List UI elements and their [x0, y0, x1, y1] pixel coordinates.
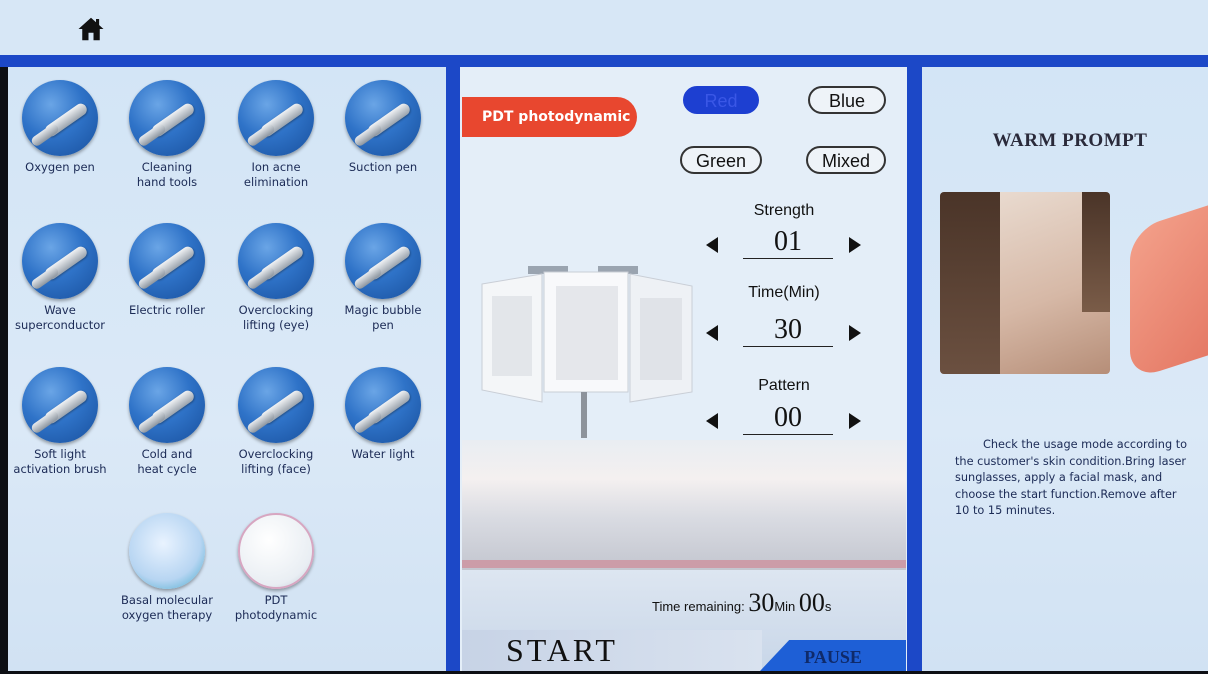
led-mask-image — [1130, 205, 1208, 381]
tool-label: Ion acne elimination — [243, 160, 309, 189]
bed-stripe — [462, 560, 906, 568]
tool-label: Basal molecular oxygen therapy — [121, 593, 213, 622]
tool-label: Overclocking lifting (eye) — [238, 303, 314, 332]
face-hair-left — [940, 192, 1000, 374]
electric-roller-icon — [129, 223, 205, 299]
time-decrease-icon[interactable] — [706, 325, 718, 341]
tool-label: Soft light activation brush — [13, 447, 107, 476]
pattern-label: Pattern — [758, 377, 810, 394]
tool-label: Water light — [351, 447, 415, 461]
color-red-button[interactable]: Red — [683, 86, 759, 114]
suction-pen-icon — [345, 80, 421, 156]
top-bar — [0, 0, 1208, 55]
tool-wave-superconductor[interactable]: Wave superconductor — [6, 223, 114, 333]
treatment-bed-image — [462, 440, 906, 570]
wave-superconductor-icon — [22, 223, 98, 299]
tool-pdt-photodynamic[interactable]: PDT photodynamic — [222, 513, 330, 623]
tool-overclocking-lifting-face[interactable]: Overclocking lifting (face) — [222, 367, 330, 477]
face-hair-right — [1082, 192, 1110, 312]
time-remaining-minutes: 30 — [748, 588, 775, 617]
cleaning-hand-tools-icon — [129, 80, 205, 156]
tool-magic-bubble-pen[interactable]: Magic bubble pen — [329, 223, 437, 333]
strength-decrease-icon[interactable] — [706, 237, 718, 253]
seconds-unit: s — [824, 599, 832, 614]
color-blue-button[interactable]: Blue — [808, 86, 886, 114]
tool-label: Electric roller — [129, 303, 205, 317]
time-increase-icon[interactable] — [849, 325, 861, 341]
strength-label: Strength — [753, 202, 815, 219]
home-icon[interactable] — [76, 14, 106, 44]
water-light-icon — [345, 367, 421, 443]
tool-overclocking-lifting-eye[interactable]: Overclocking lifting (eye) — [222, 223, 330, 333]
magic-bubble-pen-icon — [345, 223, 421, 299]
pdt-photodynamic-icon — [238, 513, 314, 589]
tool-ion-acne-elimination[interactable]: Ion acne elimination — [222, 80, 330, 190]
ion-acne-elimination-icon — [238, 80, 314, 156]
tool-label: Wave superconductor — [15, 303, 105, 332]
pattern-increase-icon[interactable] — [849, 413, 861, 429]
header-divider — [0, 55, 1208, 67]
tool-label: Cleaning hand tools — [136, 160, 198, 189]
mode-badge: PDT photodynamic — [462, 97, 637, 137]
tool-label: Oxygen pen — [25, 160, 95, 174]
tool-cleaning-hand-tools[interactable]: Cleaning hand tools — [113, 80, 221, 190]
pattern-decrease-icon[interactable] — [706, 413, 718, 429]
start-button[interactable]: START — [462, 630, 762, 671]
face-image — [940, 192, 1110, 374]
warm-prompt-text: Check the usage mode according to the cu… — [955, 438, 1188, 517]
divider-left — [446, 55, 460, 671]
color-mixed-button[interactable]: Mixed — [806, 146, 886, 174]
pdt-device-image — [481, 266, 693, 438]
tool-oxygen-pen[interactable]: Oxygen pen — [6, 80, 114, 175]
color-green-button[interactable]: Green — [680, 146, 762, 174]
time-remaining: Time remaining: 30Min 00s — [652, 588, 831, 618]
warm-prompt-title: WARM PROMPT — [992, 130, 1148, 151]
overclocking-lifting-face-icon — [238, 367, 314, 443]
basal-molecular-oxygen-therapy-icon — [129, 513, 205, 589]
time-remaining-seconds: 00 — [798, 588, 825, 617]
tool-cold-and-heat-cycle[interactable]: Cold and heat cycle — [113, 367, 221, 477]
soft-light-activation-brush-icon — [22, 367, 98, 443]
tool-label: Cold and heat cycle — [137, 447, 197, 476]
tool-basal-molecular-oxygen-therapy[interactable]: Basal molecular oxygen therapy — [113, 513, 221, 623]
tool-water-light[interactable]: Water light — [329, 367, 437, 462]
time-value: 30 — [743, 314, 833, 347]
tool-suction-pen[interactable]: Suction pen — [329, 80, 437, 175]
tool-soft-light-activation-brush[interactable]: Soft light activation brush — [6, 367, 114, 477]
cold-and-heat-cycle-icon — [129, 367, 205, 443]
strength-increase-icon[interactable] — [849, 237, 861, 253]
tool-label: PDT photodynamic — [234, 593, 318, 622]
time-remaining-label: Time remaining: — [652, 599, 745, 614]
strength-value: 01 — [743, 226, 833, 259]
oxygen-pen-icon — [22, 80, 98, 156]
minutes-unit: Min — [774, 599, 796, 614]
tool-electric-roller[interactable]: Electric roller — [113, 223, 221, 318]
tool-label: Overclocking lifting (face) — [238, 447, 314, 476]
divider-right — [907, 55, 922, 671]
overclocking-lifting-eye-icon — [238, 223, 314, 299]
tool-label: Suction pen — [348, 160, 418, 174]
pattern-value: 00 — [743, 402, 833, 435]
time-label: Time(Min) — [748, 284, 820, 301]
tool-label: Magic bubble pen — [344, 303, 422, 332]
